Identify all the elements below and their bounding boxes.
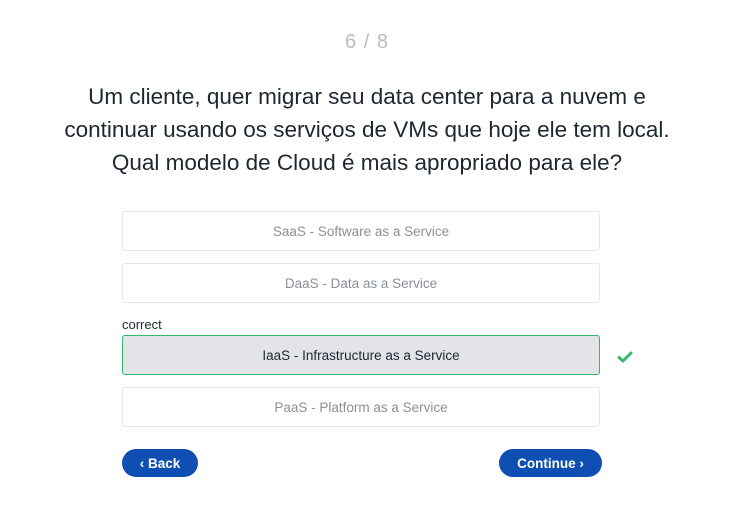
answer-option-label: PaaS - Platform as a Service <box>274 399 448 415</box>
answer-option-label: DaaS - Data as a Service <box>284 275 438 291</box>
question-progress: 6 / 8 <box>345 31 389 53</box>
answer-option-saas[interactable]: SaaS - Software as a Service <box>122 211 600 251</box>
question-text: Um cliente, quer migrar seu data center … <box>64 84 670 175</box>
correct-feedback-label: correct <box>122 317 162 332</box>
answer-option-label: IaaS - Infrastructure as a Service <box>262 347 460 363</box>
continue-button[interactable]: Continue › <box>499 449 602 477</box>
back-button[interactable]: ‹ Back <box>122 449 198 477</box>
answer-option-paas[interactable]: PaaS - Platform as a Service <box>122 387 600 427</box>
answer-option-label: SaaS - Software as a Service <box>272 223 450 239</box>
answer-option-daas[interactable]: DaaS - Data as a Service <box>122 263 600 303</box>
answer-option-iaas[interactable]: IaaS - Infrastructure as a Service <box>122 335 600 375</box>
check-icon <box>617 351 633 363</box>
